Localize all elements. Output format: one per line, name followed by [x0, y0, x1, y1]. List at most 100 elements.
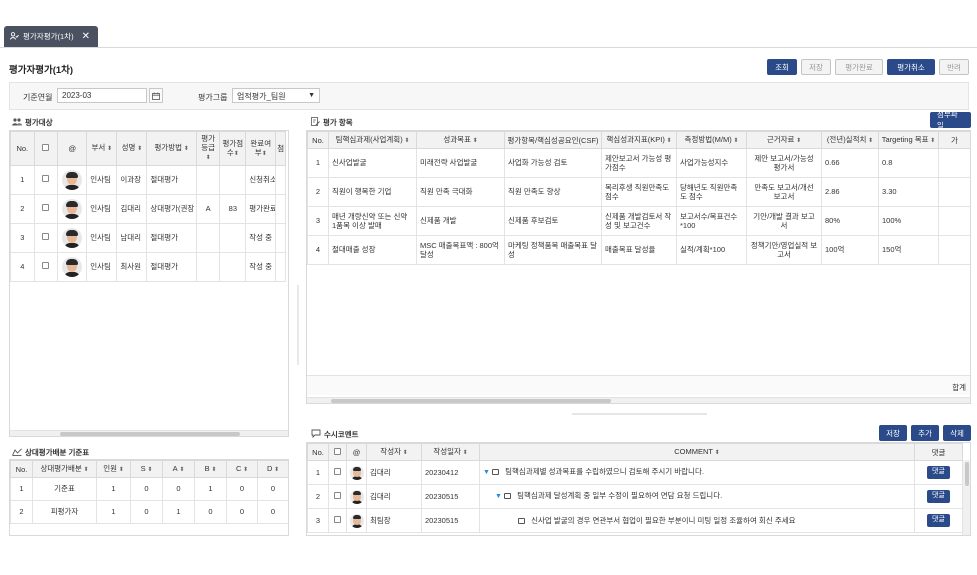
avatar — [62, 170, 83, 190]
cell-d: 0 — [257, 477, 288, 501]
table-row[interactable]: 1 신사업발굴 미래전략 사업발굴 사업화 가능성 검토 제안보고서 가능성 평… — [307, 148, 970, 178]
table-row[interactable]: 3 매년 개량신약 또는 신약 1품목 이상 발매 신제품 개발 신제품 후보검… — [307, 206, 970, 236]
select-all-checkbox[interactable] — [334, 447, 341, 455]
month-input[interactable]: 2023-03 — [57, 88, 147, 103]
cell-csf: 직원 만족도 향상 — [504, 177, 602, 207]
row-checkbox[interactable] — [334, 515, 341, 523]
col-b[interactable]: B ⬍ — [194, 460, 227, 478]
col-c[interactable]: C ⬍ — [226, 460, 258, 478]
col-count[interactable]: 인원 ⬍ — [96, 460, 131, 478]
col-prev[interactable]: (전년)실적치 ⬍ — [821, 131, 879, 149]
cell-task: 절대매출 성장 — [328, 235, 417, 265]
table-row[interactable]: 1 인사팀 이과장 절대평가 신청취소 — [10, 165, 286, 195]
close-icon[interactable]: ✕ — [82, 31, 90, 42]
reject-button[interactable]: 반려 — [939, 59, 969, 75]
table-row[interactable]: 2 인사팀 김대리 상대평가(권장 A 83 평가완료 — [10, 194, 286, 224]
row-checkbox[interactable] — [42, 262, 50, 270]
horizontal-splitter[interactable] — [572, 413, 707, 415]
cell-prev: 80% — [821, 206, 879, 236]
table-row[interactable]: 2 김대리 20230515 ▼ 팀핵심과제 달성계획 중 일부 수정이 필요하… — [307, 484, 963, 509]
cell-score — [219, 223, 247, 253]
col-photo: @ — [346, 443, 367, 461]
table-row[interactable]: 1 김대리 20230412 ▼ 팀핵심과제별 성과목표를 수립하였으니 검토해… — [307, 460, 963, 485]
reply-button[interactable]: 댓글 — [927, 514, 950, 527]
cell-no: 1 — [307, 148, 329, 178]
col-evidence[interactable]: 근거자료 ⬍ — [746, 131, 822, 149]
comments-toolbar: 저장 추가 삭제 — [879, 425, 971, 441]
cell-kpi: 제안보고서 가능성 평가점수 — [601, 148, 677, 178]
avatar — [350, 513, 364, 528]
expand-triangle-icon[interactable]: ▼ — [495, 493, 502, 500]
cell-author: 최팀장 — [366, 508, 422, 533]
chevron-down-icon: ▼ — [308, 92, 315, 99]
col-d[interactable]: D ⬍ — [257, 460, 288, 478]
reply-button[interactable]: 댓글 — [927, 490, 950, 503]
col-kpi[interactable]: 핵심성과지표(KPI) ⬍ — [601, 131, 677, 149]
cell-a: 1 — [162, 500, 195, 524]
table-row[interactable]: 4 인사팀 최사원 절대평가 작성 중 — [10, 252, 286, 282]
table-row[interactable]: 1 기준표 1 0 0 1 0 0 — [10, 477, 288, 501]
avatar — [62, 199, 83, 219]
col-measure[interactable]: 측정방법(M/M) ⬍ — [676, 131, 747, 149]
col-status[interactable]: 완료여부⬍ — [245, 131, 277, 166]
col-comment[interactable]: COMMENT ⬍ — [479, 443, 915, 461]
items-hscrollbar[interactable] — [307, 397, 970, 403]
table-row[interactable]: 2 피평가자 1 0 1 0 0 0 — [10, 500, 288, 524]
cell-no: 1 — [10, 477, 33, 501]
select-all-checkbox[interactable] — [42, 144, 50, 151]
complete-button[interactable]: 평가완료 — [835, 59, 883, 75]
row-checkbox[interactable] — [42, 204, 50, 212]
cell-task: 매년 개량신약 또는 신약 1품목 이상 발매 — [328, 206, 417, 236]
targets-hscrollbar[interactable] — [10, 430, 288, 436]
cancel-evaluation-button[interactable]: 평가취소 — [887, 59, 935, 75]
row-checkbox[interactable] — [334, 491, 341, 499]
col-a[interactable]: A ⬍ — [162, 460, 195, 478]
table-row[interactable]: 4 절대매출 성장 MSC 매출목표액 : 800억 달성 마케팅 정책품목 매… — [307, 235, 970, 265]
comment-add-button[interactable]: 추가 — [911, 425, 939, 441]
items-title-text: 평가 항목 — [323, 118, 353, 127]
group-select[interactable]: 업적평가_팀원 ▼ — [232, 88, 320, 103]
cell-comment: ▼ 팀핵심과제 달성계획 중 일부 수정이 필요하여 면담 요청 드립니다. — [479, 484, 915, 509]
table-row[interactable]: 3 최팀장 20230515 신사업 발굴의 경우 연관부서 협업이 필요한 부… — [307, 508, 963, 533]
col-dept[interactable]: 부서 ⬍ — [86, 131, 118, 166]
col-s[interactable]: S ⬍ — [130, 460, 163, 478]
items-section-title: 평가 항목 — [311, 117, 353, 128]
col-task[interactable]: 팀핵심과제(사업계획) ⬍ — [328, 131, 417, 149]
row-checkbox[interactable] — [42, 233, 50, 241]
tab-evaluator-1st[interactable]: 평가자평가(1차) ✕ — [4, 26, 98, 47]
table-row[interactable]: 2 직원이 행복한 기업 직원 만족 극대화 직원 만족도 향상 복리후생 직원… — [307, 177, 970, 207]
calendar-icon[interactable] — [149, 88, 163, 103]
col-goal[interactable]: 성과목표 ⬍ — [416, 131, 505, 149]
comments-vscrollbar[interactable] — [962, 460, 970, 535]
col-target[interactable]: Targeting 목표 ⬍ — [878, 131, 939, 149]
cell-no: 2 — [10, 500, 33, 524]
vertical-splitter[interactable] — [297, 285, 299, 365]
targets-title-text: 평가대상 — [25, 118, 53, 127]
row-checkbox[interactable] — [42, 175, 50, 183]
comment-save-button[interactable]: 저장 — [879, 425, 907, 441]
save-button[interactable]: 저장 — [801, 59, 831, 75]
cell-c: 0 — [226, 500, 258, 524]
col-method[interactable]: 평가방법 ⬍ — [146, 131, 197, 166]
col-csf[interactable]: 평가항목/핵심성공요인(CSF) — [504, 131, 602, 149]
table-row[interactable]: 3 인사팀 남대리 절대평가 작성 중 — [10, 223, 286, 253]
col-score[interactable]: 평가점수⬍ — [219, 131, 247, 166]
expand-triangle-icon[interactable]: ▼ — [483, 469, 490, 476]
cell-no: 3 — [307, 206, 329, 236]
cell-name: 이과장 — [116, 165, 148, 195]
search-button[interactable]: 조회 — [767, 59, 797, 75]
cell-a: 0 — [162, 477, 195, 501]
cell-method: 절대평가 — [146, 223, 197, 253]
col-date[interactable]: 작성일자 ⬍ — [421, 443, 480, 461]
cell-dept: 인사팀 — [86, 223, 118, 253]
reply-button[interactable]: 댓글 — [927, 466, 950, 479]
col-photo: @ — [57, 131, 88, 166]
attach-file-button[interactable]: 첨부파일 — [930, 110, 971, 130]
col-name[interactable]: 성명 ⬍ — [116, 131, 148, 166]
comment-icon — [492, 469, 500, 476]
col-dist-name[interactable]: 상대평가배분 ⬍ — [32, 460, 97, 478]
col-grade[interactable]: 평가등급⬍ — [195, 131, 221, 166]
row-checkbox[interactable] — [334, 467, 341, 475]
comment-delete-button[interactable]: 삭제 — [943, 425, 971, 441]
col-author[interactable]: 작성자 ⬍ — [366, 443, 422, 461]
